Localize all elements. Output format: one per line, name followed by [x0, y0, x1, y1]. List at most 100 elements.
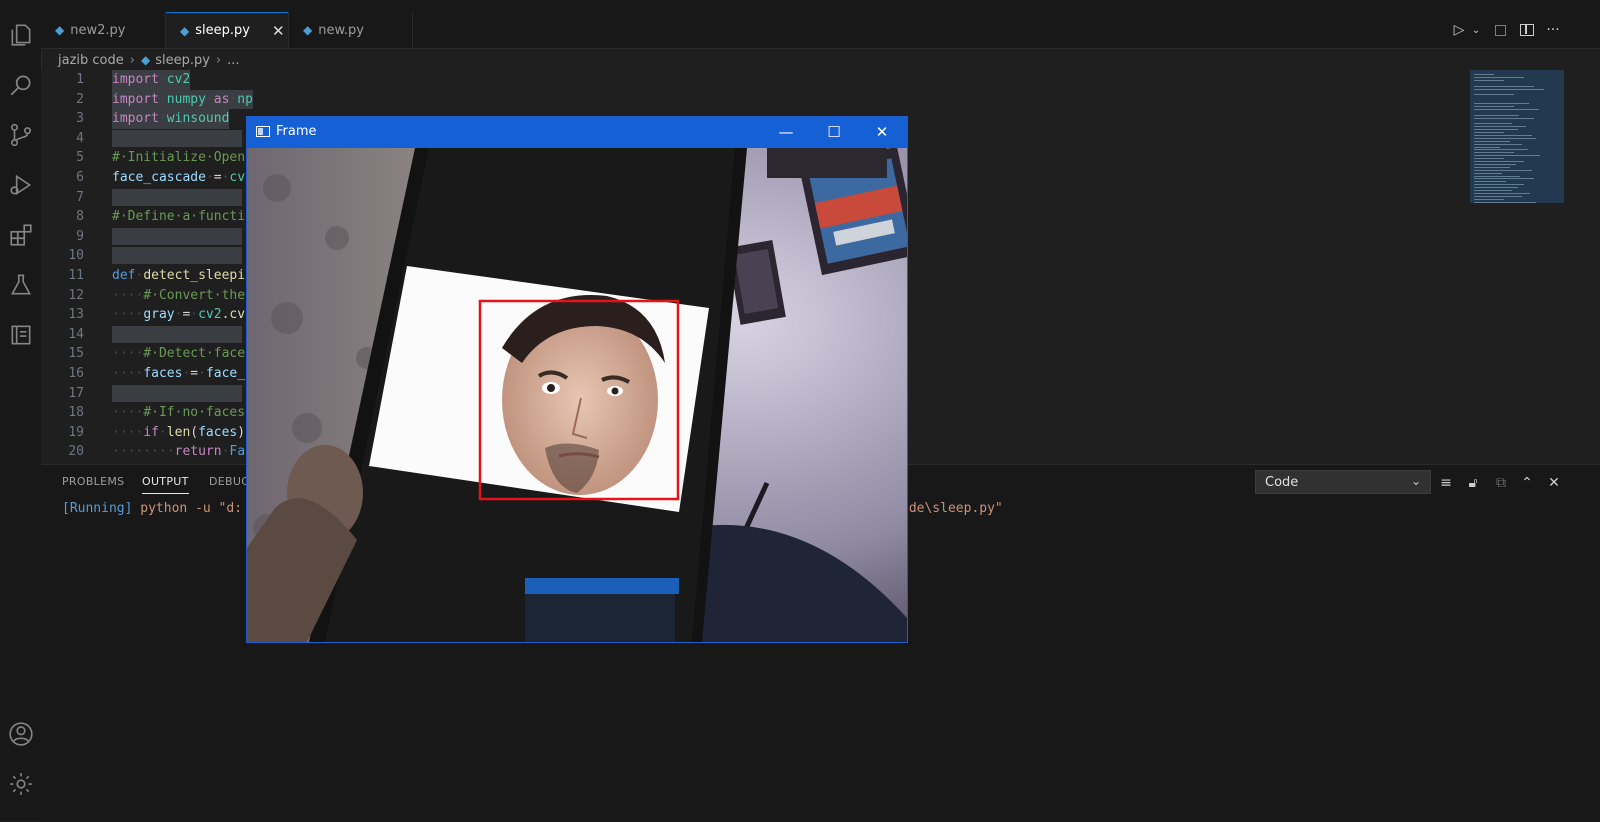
tab-sleep-py[interactable]: ◆ sleep.py ✕ — [166, 12, 289, 48]
minimize-button[interactable]: — — [763, 120, 809, 145]
minimap-line — [1474, 192, 1530, 194]
code-text: ····#·If·no·faces — [112, 403, 245, 423]
frame-window[interactable]: Frame — ☐ ✕ — [246, 116, 908, 643]
code-token: ···· — [112, 346, 144, 362]
code-line[interactable]: 2 import·numpy·as·np — [41, 89, 1470, 110]
window-title-bar — [0, 0, 1600, 12]
code-token: #·If·no·faces — [143, 405, 246, 421]
breadcrumb: jazib code › ◆ sleep.py › ... — [58, 50, 240, 70]
code-token: if — [143, 424, 159, 440]
chevron-down-icon: ⌄ — [1410, 474, 1421, 488]
code-token: ···· — [112, 307, 144, 323]
minimap-line — [1474, 132, 1504, 133]
more-actions-icon[interactable]: ··· — [1543, 18, 1563, 42]
minimap-line — [1474, 123, 1512, 125]
line-number: 11 — [68, 268, 84, 283]
tab-label: new2.py — [70, 22, 126, 38]
line-number: 17 — [68, 385, 84, 401]
code-token: cv2 — [198, 307, 222, 323]
output-line: [Running] python -u "d: — [62, 501, 242, 516]
python-file-icon: ◆ — [303, 23, 313, 37]
breadcrumb-file[interactable]: sleep.py — [155, 53, 210, 68]
code-token: return — [174, 444, 222, 460]
code-text: ········return·Fa — [112, 442, 245, 462]
code-text: #·Initialize·Open — [112, 148, 245, 168]
maximize-button[interactable]: ☐ — [811, 120, 857, 145]
line-number: 19 — [68, 424, 84, 440]
line-number: 3 — [76, 111, 84, 127]
line-number: 12 — [68, 287, 84, 303]
source-control-icon[interactable] — [8, 122, 34, 148]
code-line[interactable]: 1 import·cv2 — [41, 70, 1470, 90]
code-token: ···· — [112, 405, 144, 421]
chevron-down-icon[interactable]: ⌄ — [1469, 18, 1483, 42]
code-token: Fa — [229, 444, 246, 460]
settings-gear-icon[interactable] — [8, 771, 34, 797]
minimap-line — [1474, 190, 1512, 191]
minimap-line — [1474, 178, 1534, 180]
minimap[interactable] — [1470, 70, 1564, 203]
tab-label: new.py — [318, 22, 364, 38]
minimap-line — [1474, 105, 1514, 107]
tab-new2-py[interactable]: ◆ new2.py — [41, 12, 166, 48]
extensions-icon[interactable] — [8, 222, 34, 248]
split-editor-button[interactable] — [1516, 18, 1538, 42]
code-token: · — [158, 91, 167, 107]
code-token: · — [158, 424, 167, 440]
open-output-editor-icon[interactable]: ⧉ — [1491, 473, 1511, 493]
code-token: · — [158, 111, 167, 127]
minimap-line — [1474, 175, 1520, 177]
clear-output-icon[interactable]: ≡ — [1436, 473, 1456, 493]
run-debug-icon[interactable] — [8, 172, 34, 198]
code-token: face_cascade — [112, 170, 206, 185]
minimap-line — [1474, 195, 1522, 197]
files-icon[interactable] — [8, 22, 34, 48]
breadcrumb-more[interactable]: ... — [227, 53, 239, 68]
code-token: face_ — [205, 366, 246, 381]
minimap-line — [1474, 134, 1532, 136]
close-button[interactable]: ✕ — [859, 120, 905, 145]
minimap-line — [1474, 163, 1516, 165]
minimap-line — [1474, 74, 1494, 75]
minimap-line — [1474, 108, 1539, 110]
tab-output[interactable]: OUTPUT — [142, 475, 189, 494]
output-channel-select[interactable]: Code ⌄ — [1255, 470, 1431, 494]
code-token: cv — [229, 170, 246, 185]
code-token: = — [213, 170, 222, 185]
minimap-line — [1474, 79, 1504, 81]
frame-title-bar[interactable]: Frame — ☐ ✕ — [247, 117, 907, 148]
activity-bar — [0, 12, 42, 821]
line-number: 1 — [76, 72, 84, 87]
minimap-line — [1474, 137, 1536, 139]
code-token: import — [112, 72, 159, 87]
lock-icon[interactable]: 🔓︎ — [1463, 473, 1483, 493]
code-token: = — [190, 366, 199, 381]
code-token: · — [158, 72, 167, 87]
minimap-line — [1474, 169, 1532, 171]
minimap-line — [1474, 114, 1519, 116]
code-token: faces — [143, 366, 183, 381]
output-running-tag: [Running] — [62, 501, 133, 516]
split-editor-icon — [1520, 24, 1534, 36]
testing-icon[interactable] — [8, 272, 34, 298]
stop-button[interactable] — [1490, 18, 1510, 42]
line-number: 14 — [68, 326, 84, 342]
line-number: 5 — [76, 150, 84, 166]
breadcrumb-folder[interactable]: jazib code — [58, 53, 124, 68]
code-text: ····if·len(faces) — [112, 423, 245, 443]
account-icon[interactable] — [8, 721, 34, 747]
search-icon[interactable] — [8, 72, 34, 98]
tab-new-py[interactable]: ◆ new.py — [289, 12, 413, 48]
close-panel-icon[interactable]: ✕ — [1544, 473, 1564, 493]
run-python-button[interactable]: ▷ — [1447, 18, 1471, 42]
maximize-panel-icon[interactable]: ⌃ — [1517, 473, 1537, 493]
tab-problems[interactable]: PROBLEMS — [62, 475, 124, 488]
line-number: 13 — [68, 307, 84, 323]
code-token: ( — [190, 424, 199, 440]
minimap-line — [1474, 172, 1502, 174]
tab-debug-console[interactable]: DEBUG — [209, 475, 250, 488]
remote-explorer-icon[interactable] — [8, 322, 34, 348]
minimap-line — [1474, 126, 1526, 128]
minimap-line — [1474, 184, 1524, 186]
close-icon[interactable]: ✕ — [272, 22, 285, 40]
